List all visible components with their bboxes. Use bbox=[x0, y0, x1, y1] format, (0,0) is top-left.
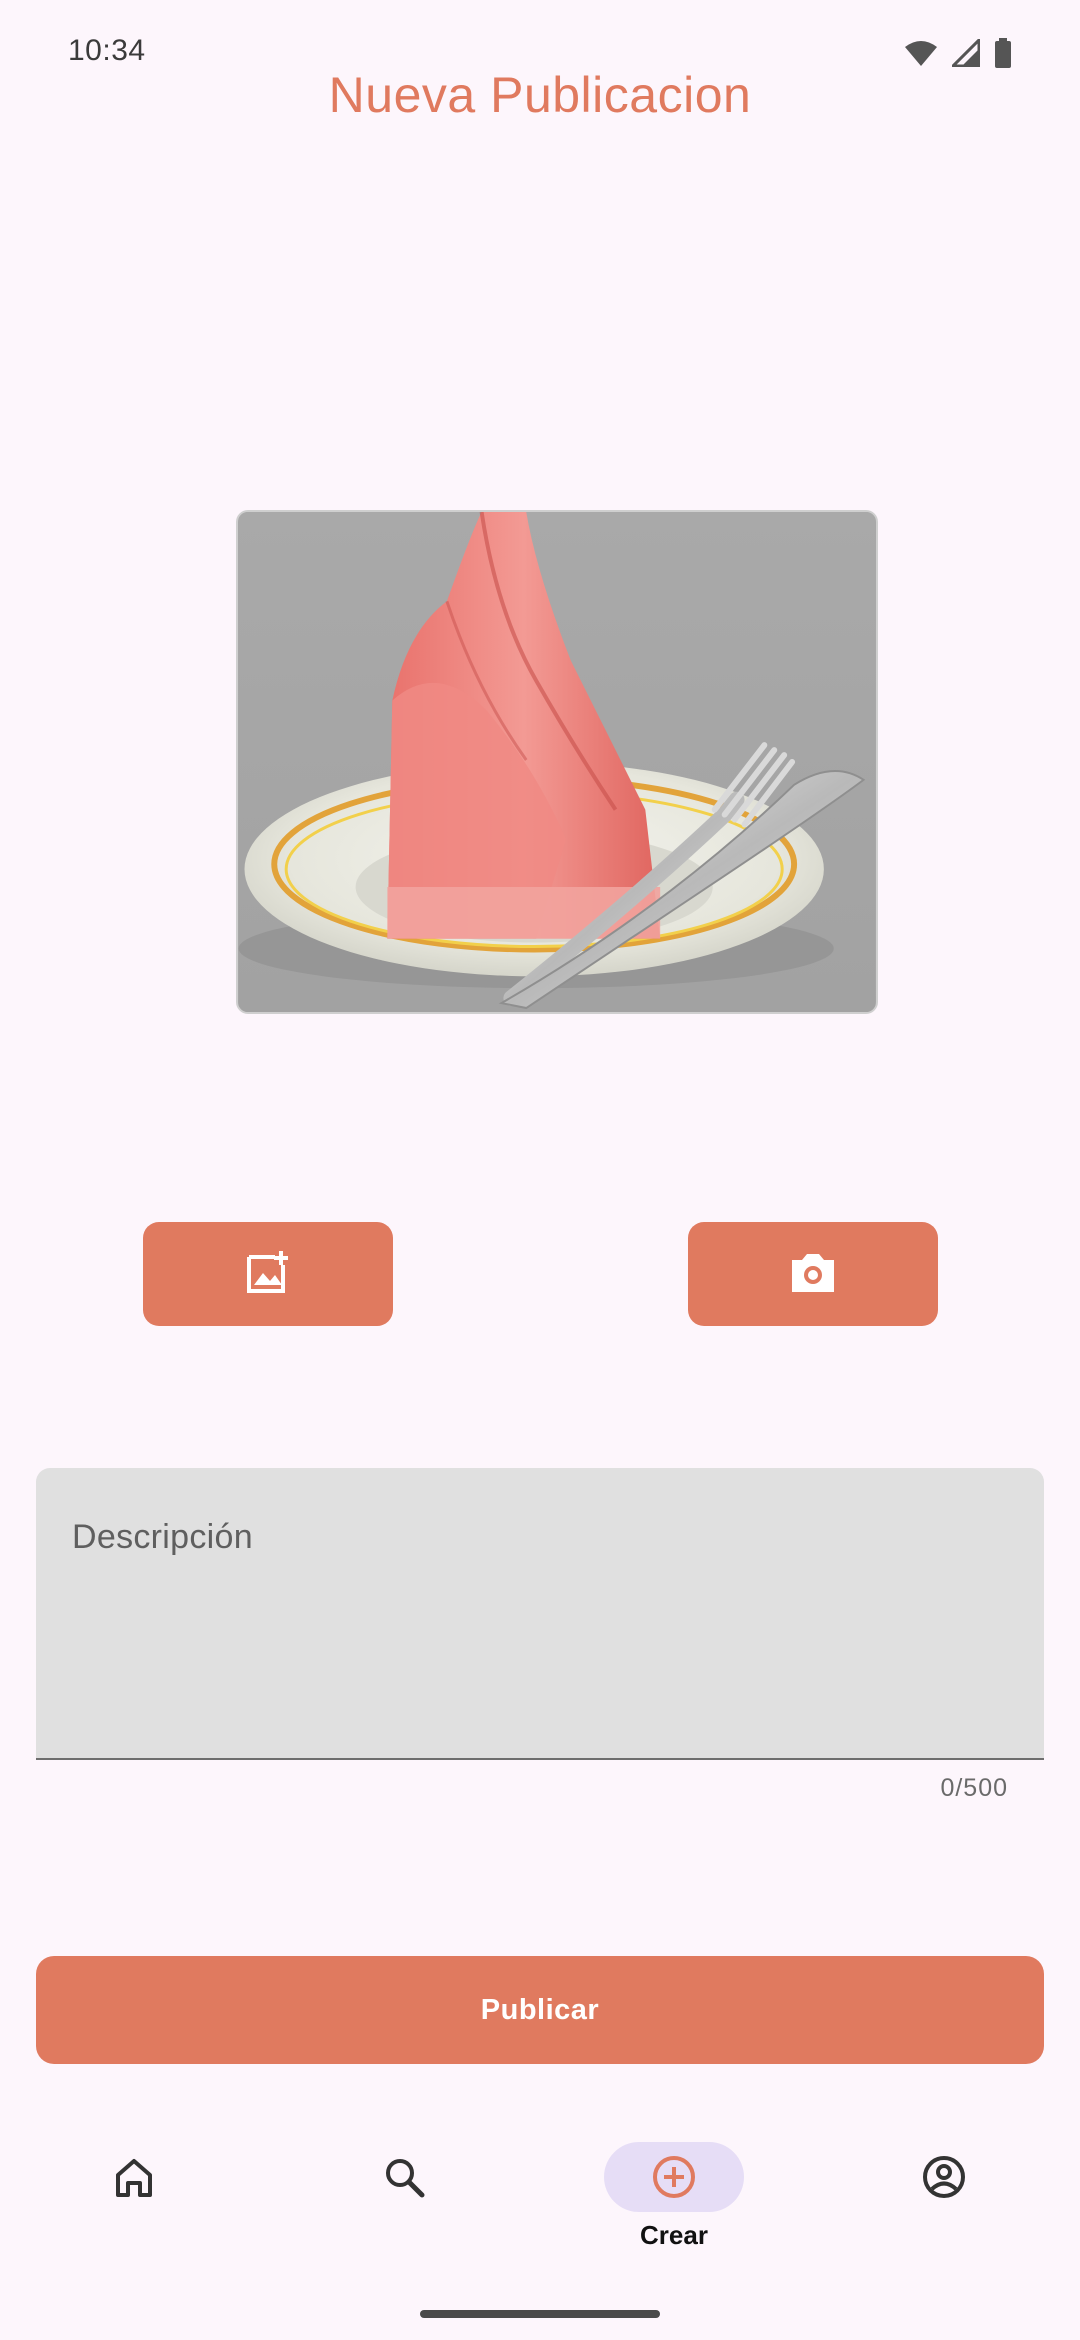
add-photo-button[interactable] bbox=[143, 1222, 393, 1326]
nav-item-create[interactable]: Crear bbox=[574, 2120, 774, 2270]
character-counter: 0/500 bbox=[940, 1774, 1008, 1802]
publish-label: Publicar bbox=[480, 1993, 600, 2026]
home-indicator[interactable] bbox=[420, 2310, 660, 2318]
screen: 10:34 Nueva Publicacion Descripción 0/50… bbox=[0, 0, 1080, 2340]
publish-button[interactable]: Publicar bbox=[36, 1956, 1044, 2064]
search-icon bbox=[334, 2142, 474, 2212]
account-icon bbox=[874, 2142, 1014, 2212]
camera-button[interactable] bbox=[688, 1222, 938, 1326]
nav-item-profile[interactable] bbox=[844, 2120, 1044, 2270]
napkin-plate-image bbox=[238, 512, 876, 1012]
nav-item-search[interactable] bbox=[304, 2120, 504, 2270]
page-title: Nueva Publicacion bbox=[328, 67, 752, 123]
add-photo-icon bbox=[245, 1249, 291, 1300]
image-preview bbox=[236, 510, 878, 1014]
nav-label-create: Crear bbox=[640, 2220, 708, 2250]
description-placeholder: Descripción bbox=[72, 1518, 253, 1556]
status-time: 10:34 bbox=[68, 34, 146, 67]
description-field[interactable]: Descripción bbox=[36, 1468, 1044, 1760]
home-icon bbox=[64, 2142, 204, 2212]
nav-item-home[interactable] bbox=[34, 2120, 234, 2270]
bottom-nav: Crear bbox=[0, 2120, 1080, 2270]
camera-icon bbox=[788, 1250, 838, 1299]
add-circle-icon bbox=[604, 2142, 744, 2212]
